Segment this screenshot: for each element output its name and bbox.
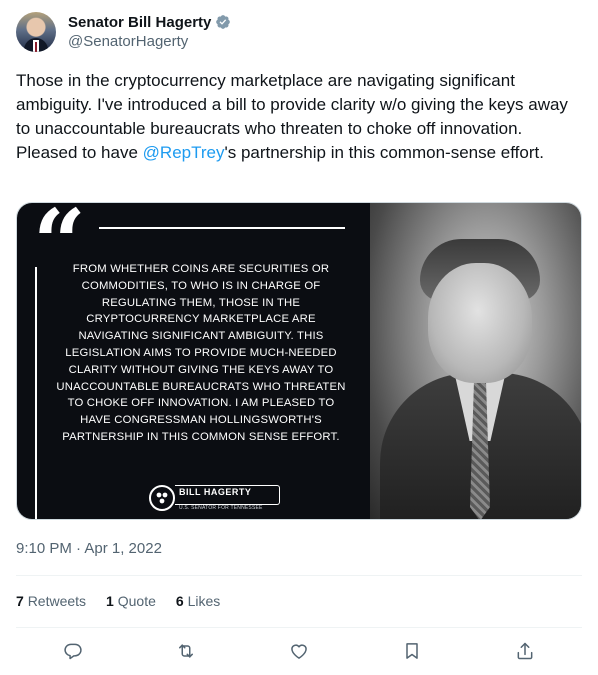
share-button[interactable]	[514, 640, 536, 662]
verified-badge-icon	[215, 14, 231, 30]
quotes-label: Quote	[117, 593, 156, 609]
tweet-media[interactable]: “ From whether coins are securities or c…	[16, 202, 582, 520]
reply-icon	[64, 643, 82, 660]
likes-count: 6	[175, 593, 184, 609]
bookmark-icon	[406, 643, 418, 659]
retweets-label: Retweets	[27, 593, 87, 609]
quote-text: From whether coins are securities or com…	[56, 263, 346, 443]
author-display-name[interactable]: Senator Bill Hagerty	[68, 14, 211, 31]
retweets-count: 7	[16, 593, 24, 609]
reply-button[interactable]	[62, 640, 84, 662]
quotes-stat[interactable]: 1 Quote	[106, 593, 156, 609]
quotes-count: 1	[106, 593, 114, 609]
divider	[16, 627, 582, 628]
tennessee-seal-icon	[149, 485, 175, 511]
retweet-button[interactable]	[175, 640, 197, 662]
like-button[interactable]	[288, 640, 310, 662]
tweet-text-after: 's partnership in this common-sense effo…	[224, 143, 544, 162]
share-icon	[517, 642, 533, 660]
author-handle[interactable]: @SenatorHagerty	[68, 32, 231, 52]
senator-portrait	[370, 203, 581, 519]
tweet-header: Senator Bill Hagerty @SenatorHagerty	[16, 12, 231, 52]
logo: BILL HAGERTY U.S. SENATOR FOR TENNESSEE	[175, 483, 285, 513]
author-block: Senator Bill Hagerty @SenatorHagerty	[68, 12, 231, 52]
likes-stat[interactable]: 6 Likes	[176, 593, 220, 609]
quote-graphic: “ From whether coins are securities or c…	[17, 203, 370, 519]
likes-label: Likes	[187, 593, 221, 609]
engagement-stats: 7 Retweets 1 Quote 6 Likes	[16, 593, 240, 609]
mention-link[interactable]: @RepTrey	[143, 143, 225, 162]
action-bar	[16, 640, 582, 662]
bookmark-button[interactable]	[401, 640, 423, 662]
retweets-stat[interactable]: 7 Retweets	[16, 593, 86, 609]
tweet-text: Those in the cryptocurrency marketplace …	[16, 69, 576, 165]
divider	[16, 575, 582, 576]
like-icon	[291, 644, 307, 659]
avatar[interactable]	[16, 12, 56, 52]
divider-line	[99, 227, 345, 229]
logo-subtitle: U.S. SENATOR FOR TENNESSEE	[179, 505, 263, 511]
divider-line	[35, 267, 37, 519]
logo-name: BILL HAGERTY	[179, 487, 252, 497]
tweet-timestamp[interactable]: 9:10 PM · Apr 1, 2022	[16, 540, 162, 557]
retweet-icon	[179, 644, 193, 658]
